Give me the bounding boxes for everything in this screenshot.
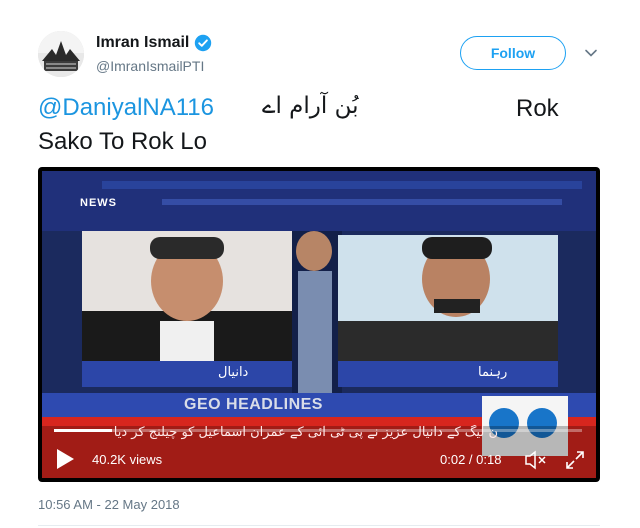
tweet-timestamp[interactable]: 10:56 AM - 22 May 2018 <box>38 497 180 512</box>
fullscreen-icon[interactable] <box>564 449 586 471</box>
view-count: 40.2K views <box>92 452 163 467</box>
tweet-text-line1-tail: Rok <box>516 95 559 122</box>
verified-badge-icon <box>194 34 212 52</box>
avatar[interactable] <box>38 31 84 77</box>
ticker-urdu-caption: ن لیگ کے دانیال عزیز نے پی ٹی آئی کے عمر… <box>113 425 498 440</box>
author-handle[interactable]: @ImranIsmailPTI <box>96 58 204 74</box>
progress-track[interactable] <box>54 429 582 432</box>
right-guest-caption: رہنما <box>478 365 508 380</box>
tweet-urdu-text: بُن آرام اے <box>262 93 359 119</box>
tweet-card: Imran Ismail @ImranIsmailPTI Follow @Dan… <box>0 0 640 528</box>
channel-brand: NEWS <box>80 197 117 209</box>
tweet-text-line2: Sako To Rok Lo <box>38 128 207 155</box>
volume-muted-icon[interactable] <box>524 449 548 471</box>
video-player[interactable]: NEWS دانیال رہنما GEO HEADLINES ن لیگ کے… <box>38 167 600 482</box>
video-time: 0:02 / 0:18 <box>440 452 502 467</box>
divider <box>38 525 600 526</box>
mention-link[interactable]: @DaniyalNA116 <box>38 94 214 122</box>
left-guest-caption: دانیال <box>218 365 249 380</box>
chevron-down-icon[interactable] <box>584 46 598 60</box>
author-name[interactable]: Imran Ismail <box>96 34 189 52</box>
play-icon[interactable] <box>54 447 76 471</box>
ticker-headline: GEO HEADLINES <box>184 396 323 413</box>
follow-button[interactable]: Follow <box>460 36 566 70</box>
progress-fill <box>54 429 113 432</box>
